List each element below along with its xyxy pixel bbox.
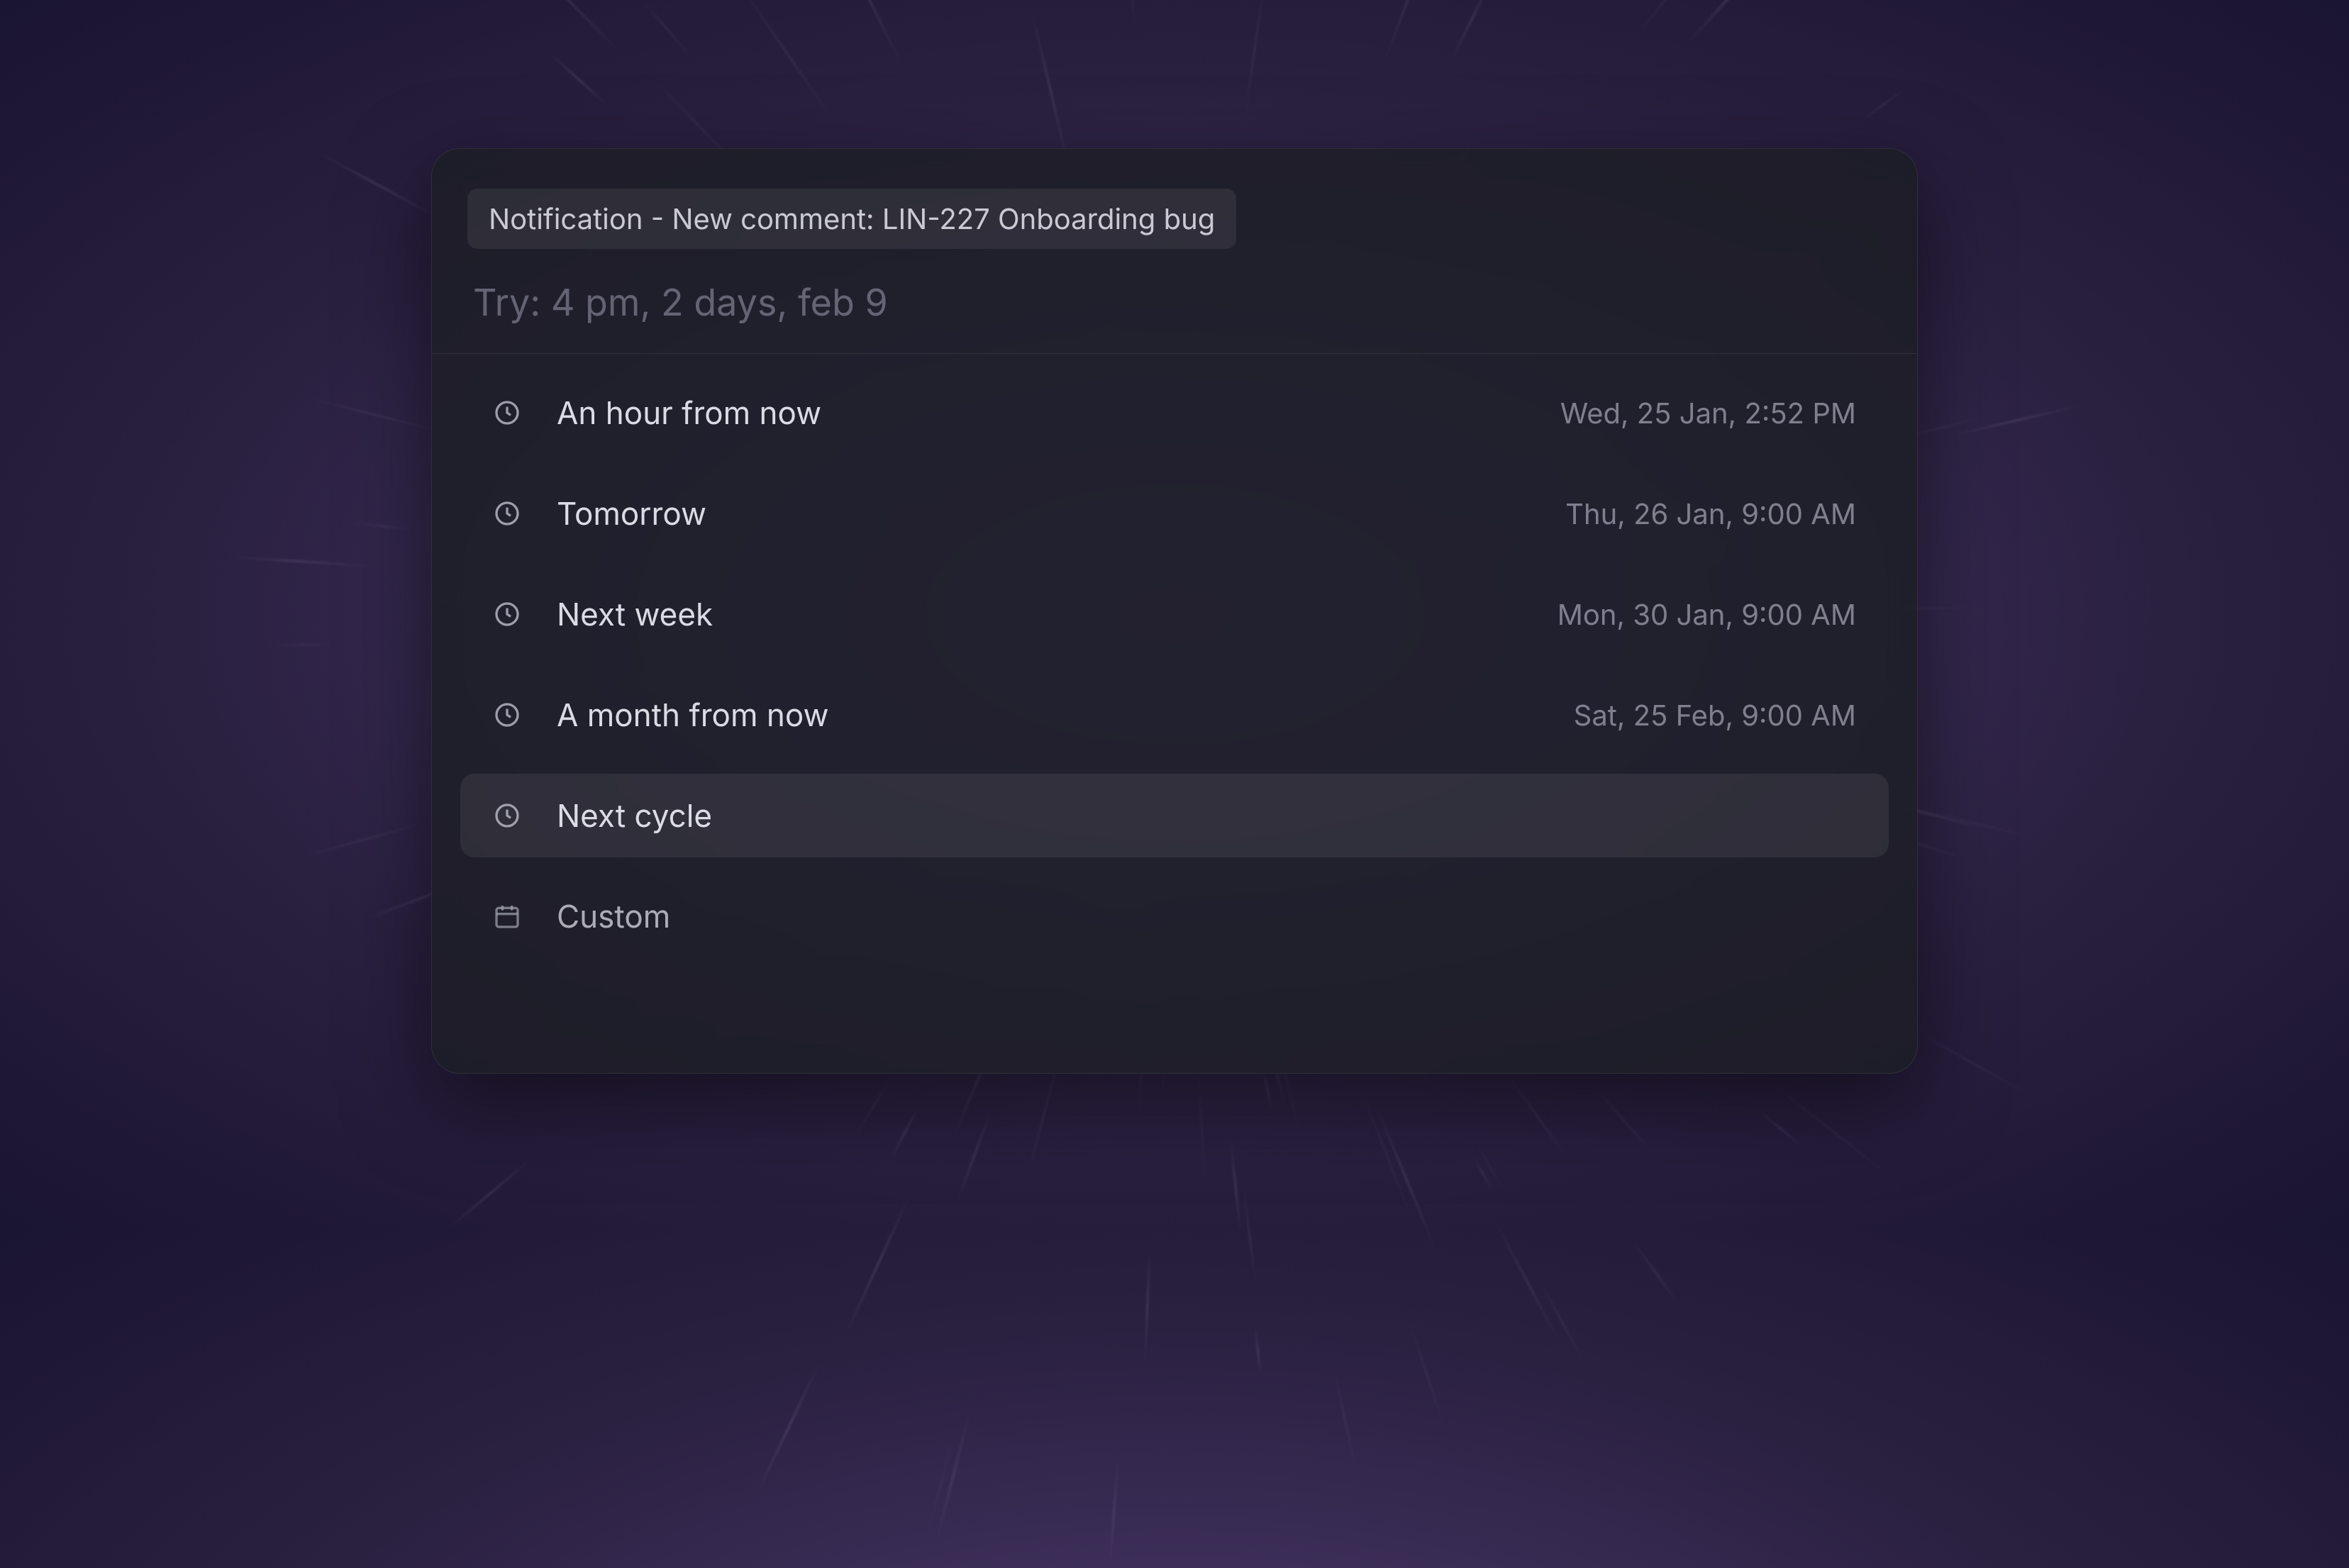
clock-icon	[493, 600, 521, 628]
option-hour-from-now[interactable]: An hour from now Wed, 25 Jan, 2:52 PM	[460, 371, 1889, 455]
modal-header: Notification - New comment: LIN-227 Onbo…	[432, 149, 1917, 249]
snooze-picker-modal: Notification - New comment: LIN-227 Onbo…	[431, 148, 1918, 1074]
clock-icon	[493, 801, 521, 830]
option-label: Next cycle	[557, 796, 1856, 835]
option-next-week[interactable]: Next week Mon, 30 Jan, 9:00 AM	[460, 572, 1889, 656]
option-label: Next week	[557, 595, 1557, 633]
context-badge-text: Notification - New comment: LIN-227 Onbo…	[489, 201, 1215, 236]
option-date: Thu, 26 Jan, 9:00 AM	[1565, 496, 1856, 531]
option-label: Custom	[557, 897, 1856, 935]
context-badge: Notification - New comment: LIN-227 Onbo…	[467, 189, 1236, 249]
option-custom[interactable]: Custom	[460, 874, 1889, 958]
option-label: A month from now	[557, 696, 1574, 734]
clock-icon	[493, 499, 521, 528]
option-month-from-now[interactable]: A month from now Sat, 25 Feb, 9:00 AM	[460, 673, 1889, 757]
option-tomorrow[interactable]: Tomorrow Thu, 26 Jan, 9:00 AM	[460, 472, 1889, 555]
options-list: An hour from now Wed, 25 Jan, 2:52 PM To…	[432, 354, 1917, 958]
option-next-cycle[interactable]: Next cycle	[460, 774, 1889, 857]
clock-icon	[493, 701, 521, 729]
option-date: Mon, 30 Jan, 9:00 AM	[1557, 597, 1856, 632]
option-date: Sat, 25 Feb, 9:00 AM	[1574, 698, 1856, 733]
calendar-icon	[493, 902, 521, 930]
option-label: Tomorrow	[557, 494, 1565, 533]
option-date: Wed, 25 Jan, 2:52 PM	[1560, 396, 1856, 430]
search-input-wrapper	[432, 249, 1917, 354]
search-input[interactable]	[473, 280, 1876, 325]
clock-icon	[493, 399, 521, 427]
option-label: An hour from now	[557, 394, 1560, 432]
